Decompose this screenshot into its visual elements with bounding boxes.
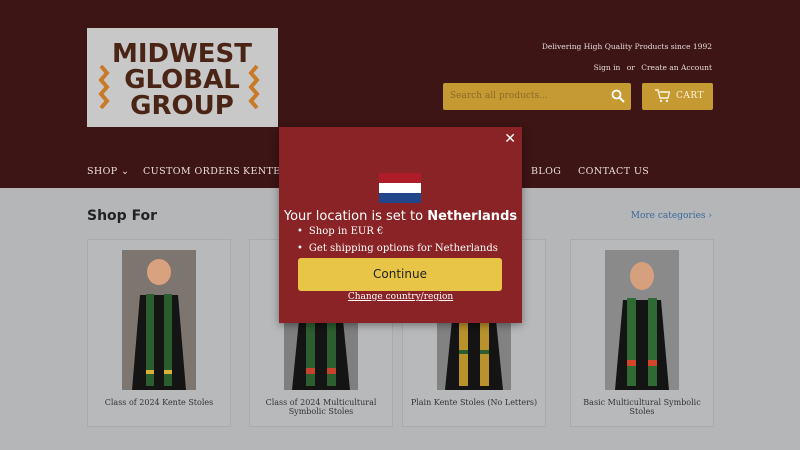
location-message: Your location is set to Netherlands [279, 209, 522, 224]
nav-contact[interactable]: CONTACT US [578, 166, 649, 177]
continue-button[interactable]: Continue [298, 258, 502, 291]
product-title[interactable]: Class of 2024 Multicultural Symbolic Sto… [250, 398, 392, 416]
netherlands-flag-icon [379, 173, 421, 203]
product-image[interactable] [605, 250, 679, 390]
product-title[interactable]: Class of 2024 Kente Stoles [88, 398, 230, 407]
nav-shop-label: SHOP [87, 166, 118, 177]
location-country: Netherlands [427, 209, 518, 224]
product-image[interactable] [122, 250, 196, 390]
create-account-link[interactable]: Create an Account [641, 63, 712, 72]
logo[interactable]: MIDWEST GLOBAL GROUP [87, 28, 278, 127]
close-icon[interactable]: ✕ [504, 131, 516, 147]
nav-kente[interactable]: KENTE [243, 166, 281, 177]
more-categories-link[interactable]: More categories › [631, 211, 712, 221]
currency-bullet: Shop in EUR € [297, 226, 384, 237]
section-title: Shop For [87, 208, 158, 224]
nav-blog[interactable]: BLOG [531, 166, 561, 177]
search-icon[interactable] [611, 89, 625, 103]
account-links: Sign in or Create an Account [590, 63, 712, 72]
country-modal: ✕ Your location is set to Netherlands Sh… [279, 127, 522, 323]
nav-custom-orders[interactable]: CUSTOM ORDERS [143, 166, 240, 177]
search-bar[interactable]: Search all products... [443, 83, 631, 110]
shipping-bullet: Get shipping options for Netherlands [297, 243, 498, 254]
or-text: or [626, 63, 635, 72]
nav-shop[interactable]: SHOP ⌄ [87, 166, 129, 177]
location-prefix: Your location is set to [283, 209, 424, 224]
product-card[interactable]: Class of 2024 Kente Stoles [87, 239, 231, 427]
product-card[interactable]: Basic Multicultural Symbolic Stoles [570, 239, 714, 427]
cart-button[interactable]: CART [642, 83, 713, 110]
product-title[interactable]: Plain Kente Stoles (No Letters) [403, 398, 545, 407]
product-title[interactable]: Basic Multicultural Symbolic Stoles [571, 398, 713, 416]
sign-in-link[interactable]: Sign in [594, 63, 621, 72]
search-input[interactable]: Search all products... [450, 91, 548, 101]
cart-icon [655, 89, 670, 103]
chevron-down-icon: ⌄ [121, 166, 130, 177]
cart-label: CART [676, 91, 705, 101]
change-country-link[interactable]: Change country/region [279, 292, 522, 302]
tagline: Delivering High Quality Products since 1… [541, 42, 712, 51]
logo-line-3: GROUP [130, 91, 234, 121]
